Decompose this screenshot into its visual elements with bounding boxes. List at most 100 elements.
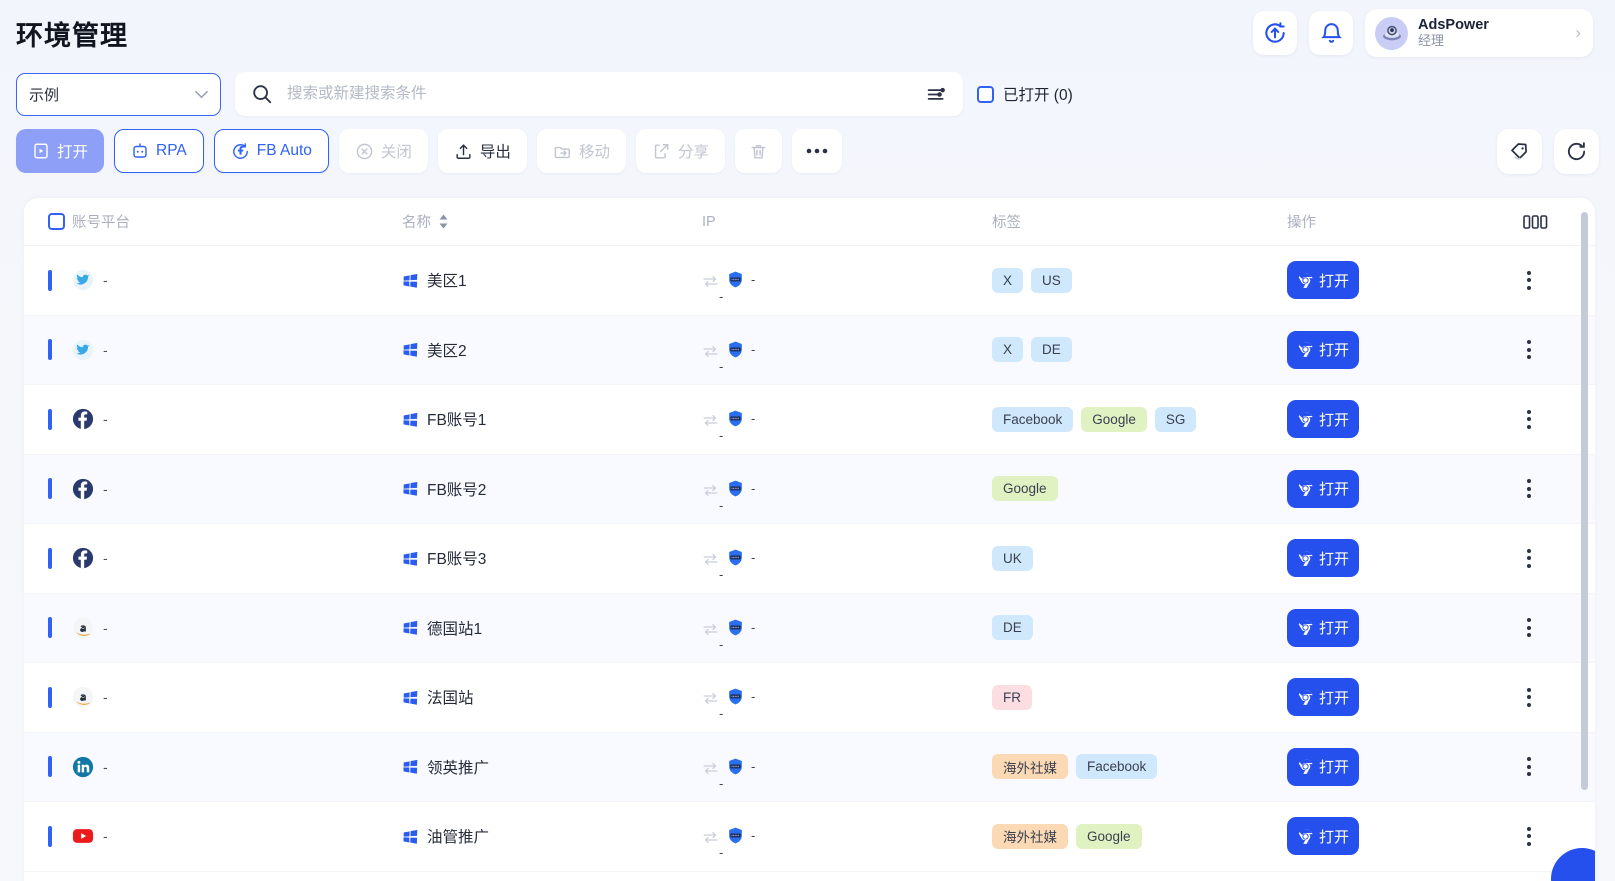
windows-icon <box>402 689 419 706</box>
toolbar-fbauto-button[interactable]: FB Auto <box>214 129 329 173</box>
more-vertical-icon[interactable] <box>1523 614 1535 641</box>
row-select-cell <box>24 619 72 636</box>
row-open-button[interactable]: 打开 <box>1287 678 1359 716</box>
tag-icon[interactable] <box>1497 129 1542 174</box>
row-checkbox[interactable] <box>48 756 52 777</box>
transfer-arrows-icon[interactable] <box>702 482 719 499</box>
search-input[interactable] <box>287 85 912 103</box>
tag-chip[interactable]: X <box>992 337 1023 362</box>
columns-settings-icon[interactable] <box>1523 214 1548 230</box>
sort-arrows-icon[interactable] <box>438 214 449 229</box>
row-select-cell <box>24 828 72 845</box>
row-checkbox[interactable] <box>48 617 52 638</box>
bell-icon[interactable] <box>1309 11 1353 55</box>
row-open-button[interactable]: 打开 <box>1287 817 1359 855</box>
row-open-button[interactable]: 打开 <box>1287 400 1359 438</box>
column-header-platform[interactable]: 账号平台 <box>72 211 402 232</box>
tag-chip[interactable]: X <box>992 268 1023 293</box>
opened-checkbox[interactable] <box>977 86 994 103</box>
platform-value: - <box>103 342 108 358</box>
transfer-arrows-icon[interactable] <box>702 829 719 846</box>
tag-chip[interactable]: Facebook <box>1076 754 1157 779</box>
row-checkbox[interactable] <box>48 409 52 430</box>
tag-chip[interactable]: Google <box>1081 407 1147 432</box>
table-row[interactable]: - FB账号3 - - UK 打开 <box>24 524 1595 594</box>
group-select[interactable]: 示例 <box>16 73 221 116</box>
refresh-icon[interactable] <box>1554 129 1599 174</box>
row-open-button[interactable]: 打开 <box>1287 539 1359 577</box>
table-row[interactable]: - 油管推广 - - 海外社媒Google 打开 <box>24 802 1595 872</box>
sync-upload-icon[interactable] <box>1253 11 1297 55</box>
select-all-checkbox[interactable] <box>48 213 65 230</box>
row-open-button[interactable]: 打开 <box>1287 470 1359 508</box>
row-checkbox[interactable] <box>48 548 52 569</box>
toolbar-close-button[interactable]: 关闭 <box>339 129 428 173</box>
user-profile-menu[interactable]: AdsPower 经理 › <box>1365 9 1593 57</box>
row-checkbox[interactable] <box>48 270 52 291</box>
more-vertical-icon[interactable] <box>1523 336 1535 363</box>
row-checkbox[interactable] <box>48 826 52 847</box>
more-vertical-icon[interactable] <box>1523 267 1535 294</box>
transfer-arrows-icon[interactable] <box>702 690 719 707</box>
table-row[interactable]: - 美区1 - - XUS 打开 <box>24 246 1595 316</box>
table-row[interactable]: - 领英推广 - - 海外社媒Facebook 打开 <box>24 733 1595 803</box>
toolbar-move-button[interactable]: 移动 <box>537 129 626 173</box>
transfer-arrows-icon[interactable] <box>702 760 719 777</box>
row-open-label: 打开 <box>1319 548 1349 569</box>
toolbar-open-button[interactable]: 打开 <box>16 129 104 173</box>
ip-sub-value: - <box>719 637 723 652</box>
opened-filter-toggle[interactable]: 已打开 (0) <box>977 83 1073 105</box>
chrome-icon <box>1297 411 1314 428</box>
table-row[interactable]: - 法国站 - - FR 打开 <box>24 663 1595 733</box>
row-open-button[interactable]: 打开 <box>1287 331 1359 369</box>
tag-chip[interactable]: DE <box>992 615 1033 640</box>
tag-chip[interactable]: Google <box>1076 824 1142 849</box>
transfer-arrows-icon[interactable] <box>702 412 719 429</box>
toolbar-share-button[interactable]: 分享 <box>636 129 725 173</box>
search-box[interactable] <box>235 72 963 116</box>
more-vertical-icon[interactable] <box>1523 753 1535 780</box>
table-scrollbar[interactable] <box>1581 212 1588 790</box>
ip-sub-value: - <box>719 289 723 304</box>
transfer-arrows-icon[interactable] <box>702 273 719 290</box>
tag-chip[interactable]: FR <box>992 685 1032 710</box>
column-header-tag[interactable]: 标签 <box>992 211 1287 232</box>
row-open-button[interactable]: 打开 <box>1287 748 1359 786</box>
row-open-button[interactable]: 打开 <box>1287 609 1359 647</box>
toolbar-delete-button[interactable] <box>735 129 782 173</box>
more-vertical-icon[interactable] <box>1523 823 1535 850</box>
transfer-arrows-icon[interactable] <box>702 343 719 360</box>
more-vertical-icon[interactable] <box>1523 475 1535 502</box>
cell-platform: - <box>72 269 402 291</box>
tag-chip[interactable]: UK <box>992 546 1033 571</box>
page-title: 环境管理 <box>16 14 128 53</box>
toolbar-more-button[interactable] <box>792 129 842 173</box>
tag-chip[interactable]: 海外社媒 <box>992 754 1068 779</box>
transfer-arrows-icon[interactable] <box>702 551 719 568</box>
row-checkbox[interactable] <box>48 478 52 499</box>
toolbar-open-label: 打开 <box>57 140 88 162</box>
toolbar-export-button[interactable]: 导出 <box>438 129 527 173</box>
row-open-button[interactable]: 打开 <box>1287 261 1359 299</box>
toolbar-rpa-button[interactable]: RPA <box>114 129 204 173</box>
more-vertical-icon[interactable] <box>1523 684 1535 711</box>
table-row[interactable]: - 德国站1 - - DE 打开 <box>24 594 1595 664</box>
more-vertical-icon[interactable] <box>1523 406 1535 433</box>
tag-chip[interactable]: Google <box>992 476 1058 501</box>
table-row[interactable]: - 美区2 - - XDE 打开 <box>24 316 1595 386</box>
tag-chip[interactable]: SG <box>1155 407 1197 432</box>
row-checkbox[interactable] <box>48 339 52 360</box>
transfer-arrows-icon[interactable] <box>702 621 719 638</box>
row-checkbox[interactable] <box>48 687 52 708</box>
tag-chip[interactable]: DE <box>1031 337 1072 362</box>
column-header-ip[interactable]: IP <box>702 214 992 230</box>
table-row[interactable]: - FB账号1 - - FacebookGoogleSG 打开 <box>24 385 1595 455</box>
tag-chip[interactable]: 海外社媒 <box>992 824 1068 849</box>
table-row[interactable]: - FB账号2 - - Google 打开 <box>24 455 1595 525</box>
tag-chip[interactable]: Facebook <box>992 407 1073 432</box>
filter-sliders-icon[interactable] <box>926 84 947 105</box>
column-header-name[interactable]: 名称 <box>402 211 702 232</box>
tag-chip[interactable]: US <box>1031 268 1072 293</box>
chrome-icon <box>1297 341 1314 358</box>
more-vertical-icon[interactable] <box>1523 545 1535 572</box>
